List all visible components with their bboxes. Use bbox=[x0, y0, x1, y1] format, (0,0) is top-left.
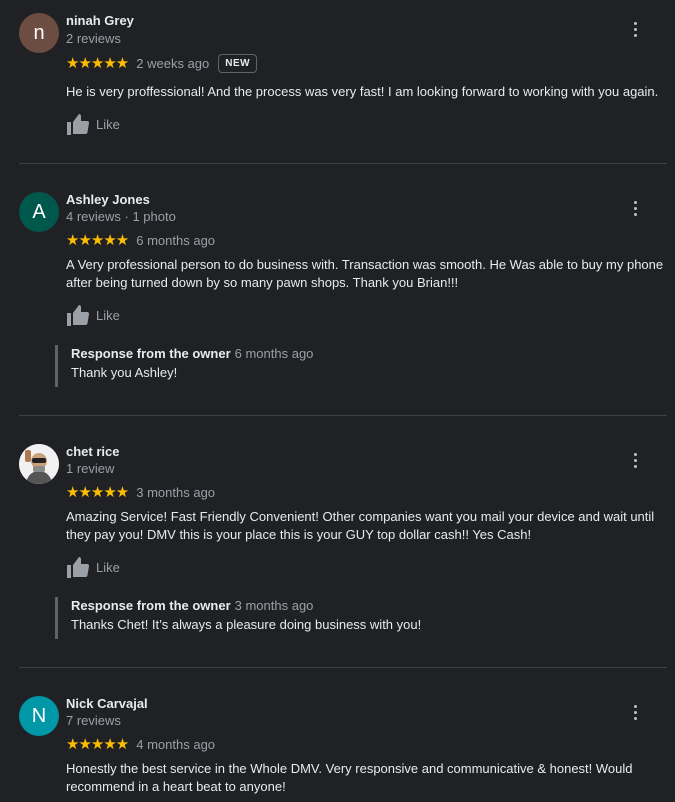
review-text: Honestly the best service in the Whole D… bbox=[66, 761, 633, 794]
more-vert-icon bbox=[633, 21, 637, 25]
reviewer-meta[interactable]: 1 review bbox=[66, 461, 114, 476]
thumbs-up-icon bbox=[67, 114, 90, 135]
like-label: Like bbox=[96, 307, 120, 323]
more-vert-icon bbox=[633, 704, 637, 708]
new-badge: NEW bbox=[218, 53, 258, 73]
response-text: Thanks Chet! It’s always a pleasure doin… bbox=[71, 617, 422, 632]
rating-row: ★★★★★ 6 months ago bbox=[66, 230, 215, 250]
owner-response: Response from the owner 3 months ago Than… bbox=[55, 597, 655, 639]
thumbs-up-icon bbox=[67, 305, 90, 326]
more-options-button[interactable] bbox=[625, 448, 645, 472]
thumbs-up-icon bbox=[67, 557, 90, 578]
avatar[interactable]: n bbox=[19, 13, 59, 53]
reviewer-name[interactable]: chet rice bbox=[66, 444, 119, 459]
rating-row: ★★★★★ 2 weeks ago NEW bbox=[66, 53, 258, 73]
like-button[interactable]: Like bbox=[66, 113, 120, 135]
reviewer-meta[interactable]: 2 reviews bbox=[66, 31, 121, 46]
star-rating: ★★★★★ bbox=[66, 736, 129, 753]
more-vert-icon bbox=[633, 452, 637, 456]
like-label: Like bbox=[96, 559, 120, 575]
divider bbox=[19, 667, 667, 668]
star-rating: ★★★★★ bbox=[66, 55, 129, 72]
more-options-button[interactable] bbox=[625, 700, 645, 724]
like-button[interactable]: Like bbox=[66, 304, 120, 326]
like-button[interactable]: Like bbox=[66, 556, 120, 578]
like-label: Like bbox=[96, 116, 120, 132]
avatar[interactable] bbox=[19, 444, 59, 484]
reviewer-name[interactable]: Ashley Jones bbox=[66, 192, 150, 207]
reviewer-meta[interactable]: 4 reviews · 1 photo bbox=[66, 209, 176, 224]
review-date: 6 months ago bbox=[136, 232, 216, 248]
owner-response: Response from the owner 6 months ago Than… bbox=[55, 345, 655, 387]
review-date: 2 weeks ago bbox=[136, 55, 210, 71]
divider bbox=[19, 163, 667, 164]
rating-row: ★★★★★ 4 months ago bbox=[66, 734, 215, 754]
review-text: Amazing Service! Fast Friendly Convenien… bbox=[66, 509, 655, 542]
star-rating: ★★★★★ bbox=[66, 232, 129, 249]
avatar[interactable]: A bbox=[19, 192, 59, 232]
avatar-letter: n bbox=[33, 21, 45, 44]
response-date: 6 months ago bbox=[234, 346, 314, 361]
avatar[interactable]: N bbox=[19, 696, 59, 736]
response-label: Response from the owner bbox=[71, 598, 231, 613]
star-rating: ★★★★★ bbox=[66, 484, 129, 501]
reviewer-name[interactable]: ninah Grey bbox=[66, 13, 134, 28]
reviewer-name[interactable]: Nick Carvajal bbox=[66, 696, 148, 711]
response-date: 3 months ago bbox=[234, 598, 314, 613]
review-date: 4 months ago bbox=[136, 736, 216, 752]
response-label: Response from the owner bbox=[71, 346, 231, 361]
review-text: A Very professional person to do busines… bbox=[66, 257, 664, 290]
avatar-letter: A bbox=[32, 200, 46, 223]
avatar-letter: N bbox=[31, 704, 47, 727]
response-text: Thank you Ashley! bbox=[71, 365, 178, 380]
rating-row: ★★★★★ 3 months ago bbox=[66, 482, 215, 502]
more-vert-icon bbox=[633, 200, 637, 204]
review-date: 3 months ago bbox=[136, 484, 216, 500]
reviewer-meta[interactable]: 7 reviews bbox=[66, 713, 121, 728]
divider bbox=[19, 415, 667, 416]
more-options-button[interactable] bbox=[625, 17, 645, 41]
profile-photo bbox=[19, 444, 59, 484]
review-text: He is very proffessional! And the proces… bbox=[66, 84, 659, 99]
more-options-button[interactable] bbox=[625, 196, 645, 220]
